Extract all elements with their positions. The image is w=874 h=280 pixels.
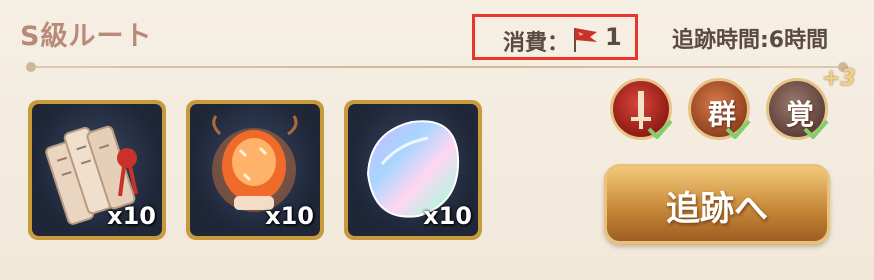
- route-panel: S級ルート 消費： 1 追跡時間:6時間 x10 x10 x10 群 覚 +3 …: [0, 0, 874, 280]
- badge-sword: [610, 78, 673, 140]
- flag-icon: [574, 28, 597, 52]
- divider-left-dot: [26, 62, 36, 72]
- reward-item-crystal-inner: x10: [348, 104, 478, 236]
- badge-awaken: 覚: [766, 78, 829, 140]
- reward-count: x10: [423, 202, 472, 230]
- reward-count: x10: [107, 202, 156, 230]
- badge-group: 群: [688, 78, 751, 140]
- route-title: S級ルート: [20, 21, 153, 52]
- reward-item-scroll[interactable]: x10: [28, 100, 166, 240]
- reward-count: x10: [265, 202, 314, 230]
- check-icon: [725, 119, 751, 139]
- reward-item-lantern-inner: x10: [190, 104, 320, 236]
- reward-item-lantern[interactable]: x10: [186, 100, 324, 240]
- header-divider: [26, 62, 848, 72]
- track-button-label: 追跡へ: [666, 189, 768, 229]
- tracking-time: 追跡時間:6時間: [672, 28, 829, 53]
- extra-badges-count: +3: [822, 66, 856, 91]
- track-button[interactable]: 追跡へ: [604, 164, 830, 244]
- cost-label: 消費：: [503, 31, 570, 56]
- reward-item-crystal[interactable]: x10: [344, 100, 482, 240]
- cost-box: 消費： 1: [472, 14, 638, 60]
- cost-value: 1: [605, 23, 622, 51]
- check-icon: [647, 119, 673, 139]
- reward-item-scroll-inner: x10: [32, 104, 162, 236]
- check-icon: [803, 119, 829, 139]
